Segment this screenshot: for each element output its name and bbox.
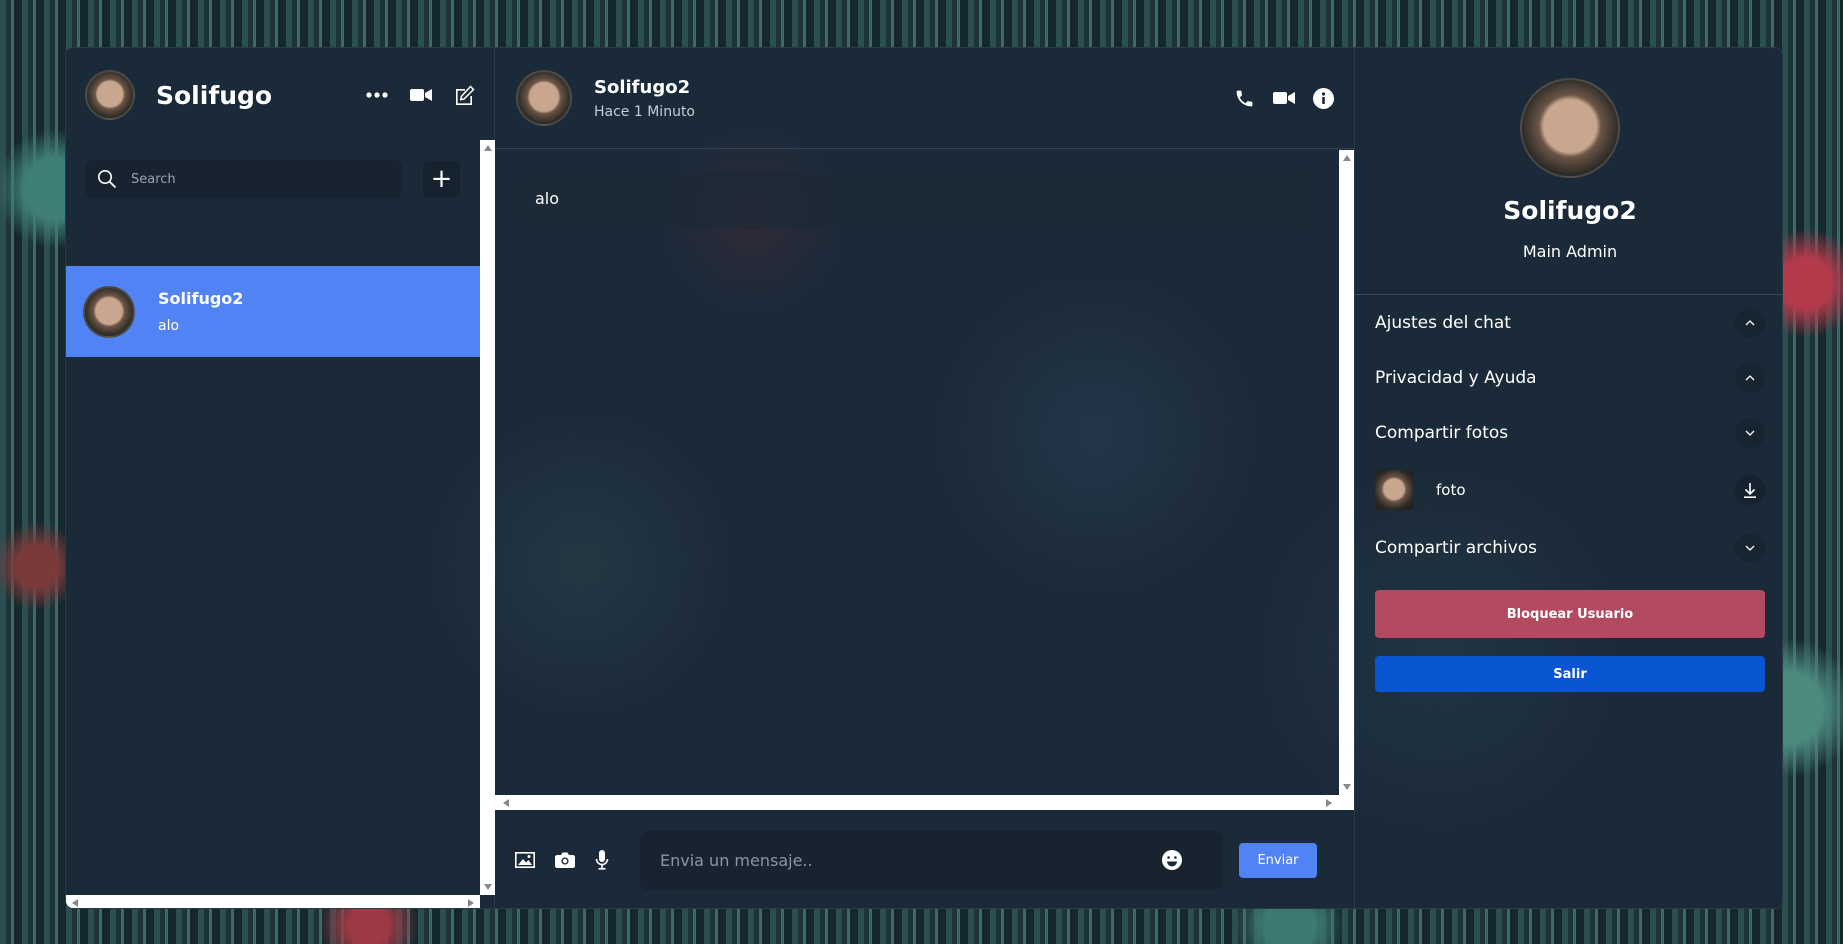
chevron-down-icon[interactable] bbox=[1735, 417, 1765, 448]
photo-thumbnail[interactable] bbox=[1375, 470, 1413, 510]
profile-avatar bbox=[1520, 78, 1620, 178]
video-call-icon[interactable] bbox=[410, 88, 432, 102]
chat-list-item[interactable]: Solifugo2 alo bbox=[66, 266, 480, 357]
messages-vertical-scrollbar[interactable] bbox=[1339, 150, 1354, 795]
block-user-button[interactable]: Bloquear Usuario bbox=[1375, 590, 1765, 638]
shared-photo-item: foto bbox=[1375, 460, 1765, 520]
chevron-down-icon[interactable] bbox=[1735, 532, 1765, 563]
contact-status: Hace 1 Minuto bbox=[594, 103, 695, 120]
conversation-actions bbox=[1234, 87, 1334, 109]
sidebar-actions bbox=[366, 84, 475, 106]
share-photos-label: Compartir fotos bbox=[1375, 422, 1509, 443]
user-avatar[interactable] bbox=[85, 70, 135, 120]
profile-card: Solifugo2 Main Admin bbox=[1355, 48, 1782, 295]
profile-name: Solifugo2 bbox=[1503, 196, 1637, 225]
contact-avatar bbox=[83, 285, 135, 338]
share-photos-section[interactable]: Compartir fotos bbox=[1375, 405, 1765, 460]
details-panel: Solifugo2 Main Admin Ajustes del chat Pr… bbox=[1354, 48, 1782, 908]
camera-icon[interactable] bbox=[555, 852, 575, 868]
conversation-header-text: Solifugo2 Hace 1 Minuto bbox=[594, 77, 1234, 120]
details-options: Ajustes del chat Privacidad y Ayuda Comp… bbox=[1375, 295, 1765, 692]
image-icon[interactable] bbox=[515, 852, 535, 868]
more-options-icon[interactable] bbox=[366, 92, 388, 98]
share-files-label: Compartir archivos bbox=[1375, 537, 1538, 558]
sidebar-horizontal-scrollbar[interactable] bbox=[66, 895, 480, 908]
send-button[interactable]: Enviar bbox=[1239, 842, 1317, 878]
sidebar-vertical-scrollbar[interactable] bbox=[480, 140, 495, 895]
share-files-section[interactable]: Compartir archivos bbox=[1375, 520, 1765, 575]
sidebar: Solifugo Search + Solifugo2 alo bbox=[66, 48, 495, 908]
chat-item-text: Solifugo2 alo bbox=[158, 289, 243, 334]
phone-icon[interactable] bbox=[1234, 88, 1255, 109]
message-bubble: alo bbox=[515, 171, 1315, 229]
video-call-icon[interactable] bbox=[1273, 91, 1295, 105]
messages-horizontal-scrollbar[interactable] bbox=[495, 795, 1354, 810]
privacy-section[interactable]: Privacidad y Ayuda bbox=[1375, 350, 1765, 405]
sidebar-header: Solifugo bbox=[85, 68, 475, 122]
exit-button[interactable]: Salir bbox=[1375, 656, 1765, 692]
chat-list-panel: + Solifugo2 alo bbox=[66, 140, 480, 895]
photo-label: foto bbox=[1436, 481, 1466, 499]
search-icon bbox=[97, 169, 117, 189]
chat-app: Solifugo Search + Solifugo2 alo Solifugo… bbox=[65, 47, 1783, 909]
download-icon[interactable] bbox=[1735, 475, 1765, 505]
contact-name: Solifugo2 bbox=[594, 76, 691, 98]
chat-item-last-message: alo bbox=[158, 318, 180, 334]
contact-avatar[interactable] bbox=[516, 70, 572, 126]
message-composer: Enviar bbox=[495, 810, 1354, 908]
message-list: alo bbox=[495, 150, 1339, 795]
profile-role: Main Admin bbox=[1522, 242, 1618, 261]
chat-item-name: Solifugo2 bbox=[158, 289, 244, 308]
sidebar-title: Solifugo bbox=[156, 80, 273, 110]
compose-icon[interactable] bbox=[454, 84, 475, 106]
search-box bbox=[85, 160, 402, 198]
info-icon[interactable] bbox=[1313, 87, 1334, 109]
chat-settings-label: Ajustes del chat bbox=[1375, 312, 1511, 333]
conversation-panel: Solifugo2 Hace 1 Minuto alo Envia un men… bbox=[495, 48, 1354, 908]
message-input-wrapper bbox=[640, 830, 1223, 890]
message-input[interactable] bbox=[660, 850, 1161, 870]
microphone-icon[interactable] bbox=[595, 850, 609, 870]
chat-settings-section[interactable]: Ajustes del chat bbox=[1375, 295, 1765, 350]
search-row: + bbox=[85, 160, 460, 198]
privacy-label: Privacidad y Ayuda bbox=[1375, 367, 1537, 388]
chevron-up-icon[interactable] bbox=[1735, 362, 1765, 393]
add-chat-button[interactable]: + bbox=[423, 160, 460, 198]
emoji-icon[interactable] bbox=[1161, 849, 1183, 871]
chevron-up-icon[interactable] bbox=[1735, 307, 1765, 338]
conversation-header: Solifugo2 Hace 1 Minuto bbox=[495, 48, 1354, 149]
search-input[interactable] bbox=[131, 171, 371, 187]
